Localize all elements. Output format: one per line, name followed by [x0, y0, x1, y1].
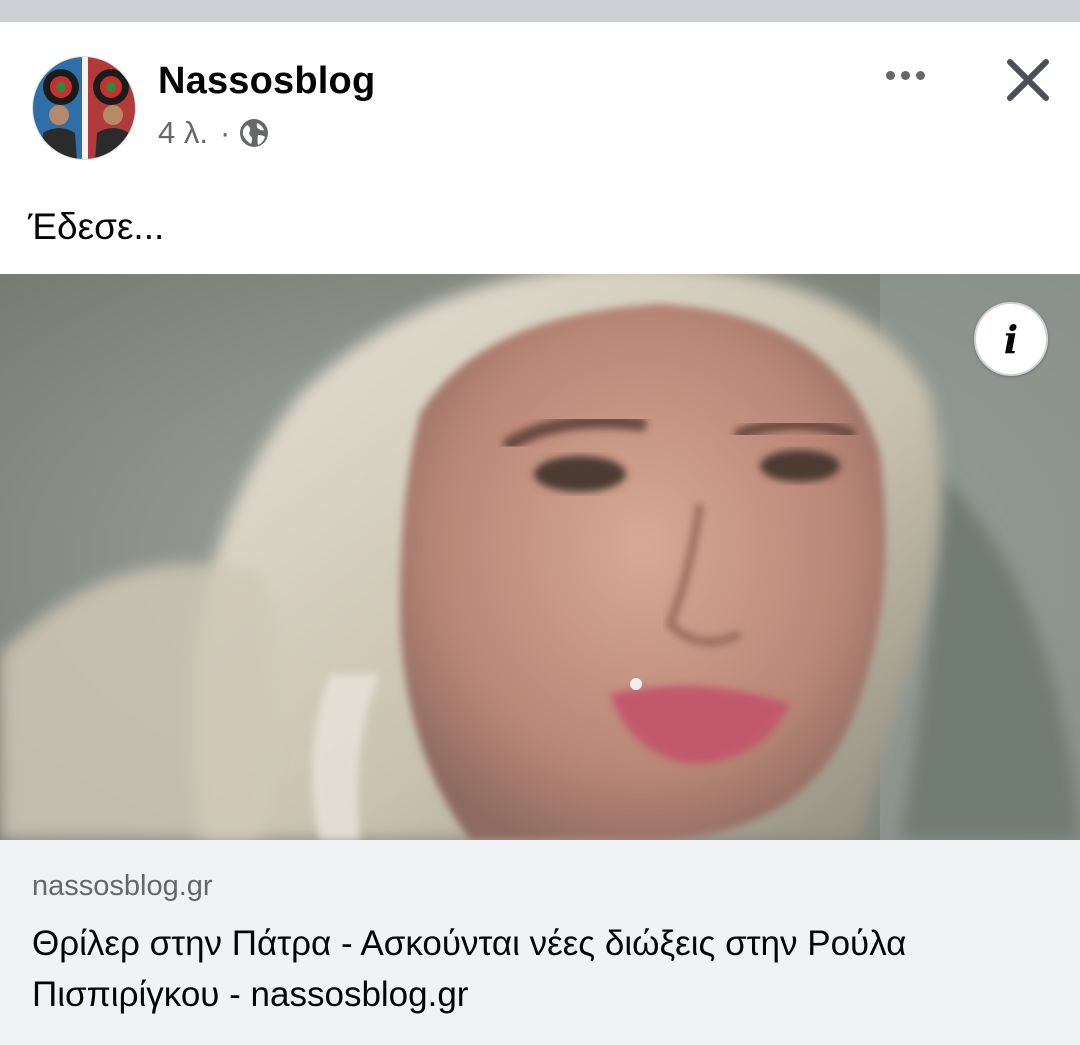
- globe-icon: [238, 117, 270, 149]
- more-dot: [915, 70, 925, 80]
- portrait-photo: [0, 274, 1080, 840]
- post-header: Nassosblog 4 λ. ·: [0, 22, 1080, 172]
- top-band: [0, 0, 1080, 22]
- link-title[interactable]: Θρίλερ στην Πάτρα - Ασκούνται νέες διώξε…: [32, 918, 1052, 1020]
- more-dot: [885, 70, 895, 80]
- post-time[interactable]: 4 λ.: [158, 115, 208, 151]
- meta-separator: ·: [219, 115, 231, 150]
- link-domain: nassosblog.gr: [32, 870, 213, 902]
- author-name[interactable]: Nassosblog: [158, 60, 375, 103]
- close-icon[interactable]: [1000, 52, 1056, 108]
- post-meta: 4 λ. ·: [158, 115, 270, 151]
- more-dot: [900, 70, 910, 80]
- info-icon[interactable]: i: [974, 302, 1048, 376]
- avatar-image: [33, 57, 135, 159]
- more-options-icon[interactable]: [876, 58, 934, 92]
- avatar[interactable]: [32, 56, 136, 160]
- post-text: Έδεσε...: [28, 206, 165, 247]
- link-preview[interactable]: nassosblog.gr Θρίλερ στην Πάτρα - Ασκούν…: [0, 840, 1080, 1045]
- post-image[interactable]: [0, 274, 1080, 840]
